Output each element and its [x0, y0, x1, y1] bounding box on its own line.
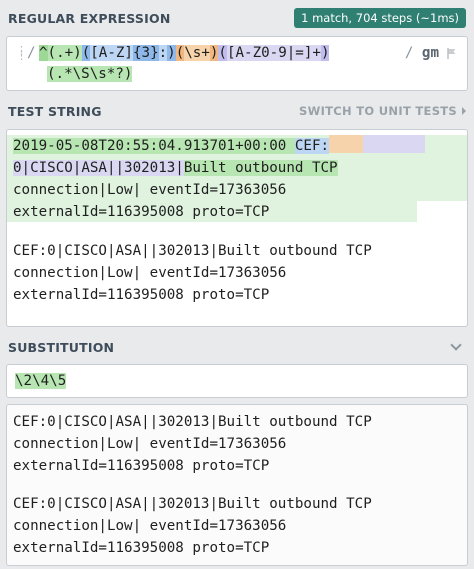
switch-unit-tests-button[interactable]: SWITCH TO UNIT TESTS — [299, 104, 466, 118]
test-title: TEST STRING — [8, 103, 102, 119]
result-line: externalId=116395008 proto=TCP — [13, 540, 270, 556]
flag-icon[interactable] — [447, 48, 457, 59]
result-line: connection|Low| eventId=17363056 — [13, 436, 287, 452]
regex-token: ) — [320, 45, 330, 61]
test-line: externalId=116395008 proto=TCP — [13, 204, 270, 220]
regex-title: REGULAR EXPRESSION — [8, 10, 171, 26]
chevron-down-icon[interactable] — [450, 339, 462, 351]
flags-label: gm — [421, 45, 439, 61]
group1-text: 2019-05-08T20:55:04.913701+00:00 — [13, 138, 295, 154]
regex-token: \s+ — [184, 45, 210, 61]
substitution-title: SUBSTITUTION — [8, 339, 115, 355]
test-line: 2019-05-08T20:55:04.913701+00:00 CEF: — [13, 135, 426, 157]
substitution-input[interactable]: \2\4\5 — [6, 364, 468, 398]
regex-token: ( — [218, 45, 227, 61]
group4-text: 0|CISCO|ASA||302013| — [13, 160, 184, 176]
test-line: 0|CISCO|ASA||302013|Built outbound TCP — [13, 157, 338, 179]
regex-token: ( — [81, 45, 91, 61]
regex-token: [A-Z] — [90, 45, 133, 61]
result-line: externalId=116395008 proto=TCP — [13, 458, 270, 474]
regex-editor[interactable]: ⋮ ⋮ / ^(.+)([A-Z]{3}:)(\s+)([A-Z0-9|=]+) … — [6, 36, 468, 91]
regex-token: (.+) — [47, 45, 82, 61]
group4-continuation — [363, 135, 426, 153]
test-line: externalId=116395008 proto=TCP — [13, 287, 270, 303]
triangle-right-icon — [462, 107, 466, 115]
regex-delimiter-open: / — [27, 45, 36, 61]
switch-unit-tests-label: SWITCH TO UNIT TESTS — [299, 104, 457, 118]
test-line: connection|Low| eventId=17363056 — [13, 182, 287, 198]
group5-text: Built outbound TCP — [183, 160, 338, 176]
test-header: TEST STRING SWITCH TO UNIT TESTS — [0, 97, 474, 125]
group3-whitespace — [329, 135, 364, 153]
substitution-value: \2\4\5 — [15, 373, 67, 389]
regex-token: {3} — [132, 45, 159, 61]
regex-token: : — [158, 45, 168, 61]
regex-header: REGULAR EXPRESSION 1 match, 704 steps (~… — [0, 4, 474, 32]
regex-pattern-line-2[interactable]: (.*\S\s*?) — [47, 66, 133, 82]
regex-token: ( — [175, 45, 185, 61]
regex-token: (.*\S\s*?) — [47, 66, 133, 82]
result-line: CEF:0|CISCO|ASA||302013|Built outbound T… — [13, 496, 372, 512]
substitution-header[interactable]: SUBSTITUTION — [0, 333, 474, 361]
result-line: connection|Low| eventId=17363056 — [13, 518, 287, 534]
regex-flags[interactable]: / gm — [405, 45, 439, 61]
regex-token: + — [312, 45, 321, 61]
result-line: CEF:0|CISCO|ASA||302013|Built outbound T… — [13, 414, 372, 430]
group2-text: CEF: — [294, 138, 330, 154]
match-info-badge: 1 match, 704 steps (~1ms) — [294, 8, 466, 28]
test-string-editor[interactable]: 2019-05-08T20:55:04.913701+00:00 CEF: 0|… — [6, 129, 468, 327]
regex-pattern-line-1[interactable]: ^(.+)([A-Z]{3}:)(\s+)([A-Z0-9|=]+) — [39, 45, 330, 61]
regex-delimiter-close: / — [404, 45, 414, 61]
regex-token: [A-Z0-9|=] — [226, 45, 313, 61]
regex-token: ) — [167, 45, 176, 61]
substitution-result: CEF:0|CISCO|ASA||302013|Built outbound T… — [6, 404, 468, 566]
regex-token: ^ — [39, 45, 48, 61]
test-line: connection|Low| eventId=17363056 — [13, 265, 287, 281]
test-line: CEF:0|CISCO|ASA||302013|Built outbound T… — [13, 243, 372, 259]
